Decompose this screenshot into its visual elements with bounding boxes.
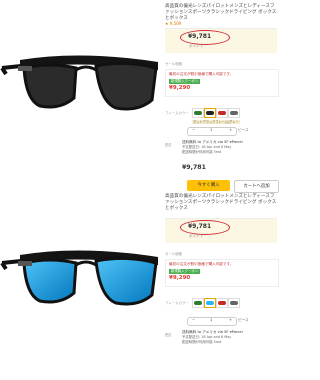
coupon-box: 最初の注文が割引価格で購入可能です。 新規購入クーポン ¥9,290 bbox=[165, 69, 279, 97]
product-info-panel: 高品質の偏光レンズパイロットメンズとレディースファッションスポーツクラシックドラ… bbox=[162, 190, 280, 380]
coupon-box: 最初の注文が割引価格で購入可能です。 新規購入クーポン ¥9,290 bbox=[165, 259, 279, 287]
frame-color-label: フレームカラー bbox=[165, 301, 189, 305]
shipping-line-2: 予定配送日: 18 Apr and 6 May bbox=[182, 335, 232, 339]
frame-color-label: フレームカラー bbox=[165, 111, 189, 115]
selected-color-caption: マットブラックフレーム/グレー bbox=[192, 120, 240, 125]
shipping-line-3: 配送時間が利用可能 5md bbox=[182, 340, 222, 344]
product-info-panel: 高品質の偏光レンズパイロットメンズとレディースファッションスポーツクラシックドラ… bbox=[162, 0, 280, 193]
shipping-label: 配送 bbox=[165, 333, 172, 337]
swatch-grey[interactable] bbox=[228, 108, 240, 118]
price-highlight-circle bbox=[180, 220, 230, 235]
product-listing-1: 高品質の偏光レンズパイロットメンズとレディースファッションスポーツクラシックドラ… bbox=[0, 0, 280, 193]
quantity-stepper[interactable]: − 1 + bbox=[187, 317, 237, 326]
shipping-label: 配送 bbox=[165, 143, 172, 147]
shipping-line-3: 配送時間が利用可能 5md bbox=[182, 150, 222, 154]
sunglasses-grey-lens-image bbox=[0, 55, 158, 111]
sunglasses-blue-lens-image bbox=[0, 250, 158, 306]
coupon-tag[interactable]: 新規購入クーポン bbox=[169, 269, 201, 274]
swatch-red[interactable] bbox=[216, 108, 228, 118]
coupon-tag[interactable]: 新規購入クーポン bbox=[169, 79, 201, 84]
qty-minus-button[interactable]: − bbox=[192, 128, 195, 133]
coupon-note: 最初の注文が割引価格で購入可能です。 bbox=[169, 262, 234, 266]
quantity-unit: ピース bbox=[238, 318, 249, 322]
qty-plus-button[interactable]: + bbox=[229, 128, 232, 133]
qty-value[interactable]: 1 bbox=[210, 128, 212, 133]
sale-price-heading: セール価格 bbox=[165, 252, 182, 256]
quantity-unit: ピース bbox=[238, 128, 249, 132]
product-title[interactable]: 高品質の偏光レンズパイロットメンズとレディースファッションスポーツクラシックドラ… bbox=[165, 194, 277, 213]
product-title[interactable]: 高品質の偏光レンズパイロットメンズとレディースファッションスポーツクラシックドラ… bbox=[165, 4, 277, 23]
shipping-line-2: 予定配送日: 18 Apr and 6 May bbox=[182, 145, 232, 149]
product-listing-2: 高品質の偏光レンズパイロットメンズとレディースファッションスポーツクラシックドラ… bbox=[0, 190, 280, 380]
swatch-green[interactable] bbox=[192, 108, 204, 118]
qty-value[interactable]: 1 bbox=[210, 318, 212, 323]
total-price: ¥9,781 bbox=[182, 164, 206, 171]
swatch-blue-selected[interactable] bbox=[204, 298, 216, 308]
rating-count[interactable]: ★ 9,509 bbox=[165, 21, 181, 26]
price-highlight-circle bbox=[180, 30, 230, 45]
swatch-red[interactable] bbox=[216, 298, 228, 308]
swatch-green[interactable] bbox=[192, 298, 204, 308]
coupon-price: ¥9,290 bbox=[169, 275, 191, 281]
coupon-price: ¥9,290 bbox=[169, 85, 191, 91]
sale-price-heading: セール価格 bbox=[165, 62, 182, 66]
qty-minus-button[interactable]: − bbox=[192, 318, 195, 323]
coupon-note: 最初の注文が割引価格で購入可能です。 bbox=[169, 72, 234, 76]
swatch-black-selected[interactable] bbox=[204, 108, 216, 118]
qty-plus-button[interactable]: + bbox=[229, 318, 232, 323]
swatch-grey[interactable] bbox=[228, 298, 240, 308]
quantity-stepper[interactable]: − 1 + bbox=[187, 127, 237, 136]
